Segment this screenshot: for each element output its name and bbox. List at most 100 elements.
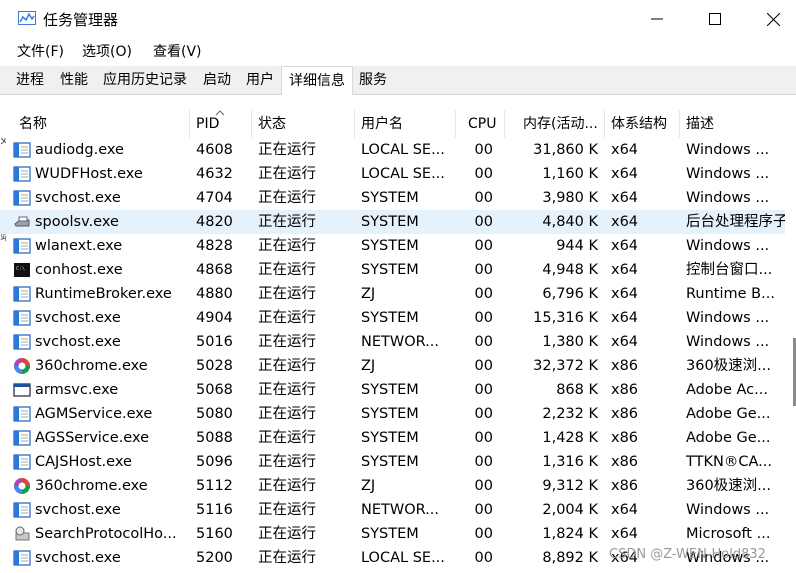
tab-performance[interactable]: 性能	[54, 66, 94, 94]
process-cpu: 00	[474, 238, 493, 254]
process-name: conhost.exe	[35, 262, 123, 278]
menu-view[interactable]: 查看(V)	[153, 41, 202, 61]
tab-processes[interactable]: 进程	[10, 66, 50, 94]
app-window-icon	[13, 405, 31, 423]
process-memory: 944 K	[556, 238, 598, 254]
column-header-name[interactable]: 名称	[0, 110, 190, 138]
process-user: SYSTEM	[361, 310, 419, 326]
tab-details[interactable]: 详细信息	[281, 66, 353, 96]
process-name: 360chrome.exe	[35, 478, 148, 494]
process-row[interactable]: svchost.exe 5116 正在运行 NETWOR... 00 2,004 K x64…	[0, 498, 785, 522]
process-description: 360极速浏...	[686, 478, 772, 494]
close-button[interactable]	[744, 0, 796, 38]
process-name: audiodg.exe	[35, 142, 124, 158]
process-user: SYSTEM	[361, 406, 419, 422]
process-status: 正在运行	[258, 334, 316, 350]
process-row[interactable]: AGSService.exe 5088 正在运行 SYSTEM 00 1,428 K x86…	[0, 426, 785, 450]
process-pid: 5200	[196, 550, 233, 566]
process-row[interactable]: AGMService.exe 5080 正在运行 SYSTEM 00 2,232 K x86…	[0, 402, 785, 426]
sort-ascending-icon	[215, 110, 225, 116]
process-cpu: 00	[474, 334, 493, 350]
process-memory: 2,004 K	[542, 502, 598, 518]
process-row[interactable]: audiodg.exe 4608 正在运行 LOCAL SE... 00 31,860 K…	[0, 138, 785, 162]
process-cpu: 00	[474, 310, 493, 326]
process-status: 正在运行	[258, 286, 316, 302]
process-status: 正在运行	[258, 478, 316, 494]
process-description: Windows ...	[686, 310, 770, 326]
process-row[interactable]: armsvc.exe 5068 正在运行 SYSTEM 00 868 K x86 Adobe …	[0, 378, 785, 402]
process-description: Windows ...	[686, 238, 770, 254]
process-row[interactable]: spoolsv.exe 4820 正在运行 SYSTEM 00 4,840 K x64 后台处…	[0, 210, 785, 234]
process-user: SYSTEM	[361, 238, 419, 254]
process-status: 正在运行	[258, 526, 316, 542]
maximize-button[interactable]	[686, 0, 744, 38]
tab-services[interactable]: 服务	[354, 66, 392, 94]
process-cpu: 00	[474, 190, 493, 206]
process-arch: x64	[611, 526, 639, 542]
process-name: WUDFHost.exe	[35, 166, 143, 182]
process-row[interactable]: RuntimeBroker.exe 4880 正在运行 ZJ 00 6,796 K x64 R…	[0, 282, 785, 306]
process-row[interactable]: svchost.exe 4704 正在运行 SYSTEM 00 3,980 K x64 Win…	[0, 186, 785, 210]
process-row[interactable]: 360chrome.exe 5028 正在运行 ZJ 00 32,372 K x86 360极…	[0, 354, 785, 378]
process-status: 正在运行	[258, 190, 316, 206]
process-user: SYSTEM	[361, 430, 419, 446]
app-window-icon	[13, 285, 31, 303]
process-user: NETWOR...	[361, 502, 440, 518]
minimize-button[interactable]	[628, 0, 686, 38]
process-row[interactable]: C:\ conhost.exe 4868 正在运行 SYSTEM 00 4,948 K x64…	[0, 258, 785, 282]
column-header-username[interactable]: 用户名	[355, 110, 456, 138]
process-description: Adobe Ac...	[686, 382, 768, 398]
process-description: Windows ...	[686, 334, 770, 350]
process-row[interactable]: svchost.exe 4904 正在运行 SYSTEM 00 15,316 K x64 Wi…	[0, 306, 785, 330]
process-row[interactable]: 360chrome.exe 5112 正在运行 ZJ 00 9,312 K x86 360极速…	[0, 474, 785, 498]
process-status: 正在运行	[258, 550, 316, 566]
app-window-icon	[13, 189, 31, 207]
process-name: svchost.exe	[35, 502, 121, 518]
process-pid: 4880	[196, 286, 233, 302]
process-user: SYSTEM	[361, 382, 419, 398]
process-row[interactable]: svchost.exe 5016 正在运行 NETWOR... 00 1,380 K x64…	[0, 330, 785, 354]
tab-startup[interactable]: 启动	[197, 66, 237, 94]
process-user: SYSTEM	[361, 214, 419, 230]
process-row[interactable]: SearchProtocolHo... 5160 正在运行 SYSTEM 00 1,824…	[0, 522, 785, 546]
process-pid: 5088	[196, 430, 233, 446]
task-manager-icon	[18, 11, 36, 25]
menu-file[interactable]: 文件(F)	[17, 41, 64, 61]
browser-360-icon	[13, 357, 31, 375]
tab-app-history[interactable]: 应用历史记录	[96, 66, 194, 94]
process-row[interactable]: wlanext.exe 4828 正在运行 SYSTEM 00 944 K x64 Windo…	[0, 234, 785, 258]
process-arch: x64	[611, 334, 639, 350]
app-window-icon	[13, 429, 31, 447]
process-description: Windows ...	[686, 502, 770, 518]
process-row[interactable]: WUDFHost.exe 4632 正在运行 LOCAL SE... 00 1,160 K…	[0, 162, 785, 186]
process-arch: x64	[611, 238, 639, 254]
process-name: spoolsv.exe	[35, 214, 119, 230]
process-arch: x64	[611, 190, 639, 206]
process-user: ZJ	[361, 286, 376, 302]
column-header-architecture[interactable]: 体系结构	[605, 110, 680, 138]
process-row[interactable]: CAJSHost.exe 5096 正在运行 SYSTEM 00 1,316 K x86 TT…	[0, 450, 785, 474]
process-user: SYSTEM	[361, 262, 419, 278]
process-arch: x86	[611, 478, 639, 494]
process-arch: x64	[611, 310, 639, 326]
tab-users[interactable]: 用户	[240, 66, 280, 94]
column-header-status[interactable]: 状态	[252, 110, 355, 138]
process-status: 正在运行	[258, 454, 316, 470]
process-name: CAJSHost.exe	[35, 454, 132, 470]
column-header-description[interactable]: 描述	[680, 110, 785, 138]
column-header-cpu[interactable]: CPU	[456, 110, 505, 138]
process-description: Runtime B...	[686, 286, 775, 302]
process-status: 正在运行	[258, 166, 316, 182]
menu-options[interactable]: 选项(O)	[82, 41, 132, 61]
svg-text:C:\: C:\	[16, 266, 25, 272]
process-memory: 15,316 K	[533, 310, 598, 326]
process-pid: 4632	[196, 166, 233, 182]
process-name: RuntimeBroker.exe	[35, 286, 172, 302]
column-header-memory[interactable]: 内存(活动...	[505, 110, 605, 138]
process-status: 正在运行	[258, 406, 316, 422]
process-status: 正在运行	[258, 262, 316, 278]
console-icon: C:\	[13, 261, 31, 279]
process-pid: 5068	[196, 382, 233, 398]
printer-icon	[13, 213, 31, 231]
process-memory: 8,892 K	[542, 550, 598, 566]
